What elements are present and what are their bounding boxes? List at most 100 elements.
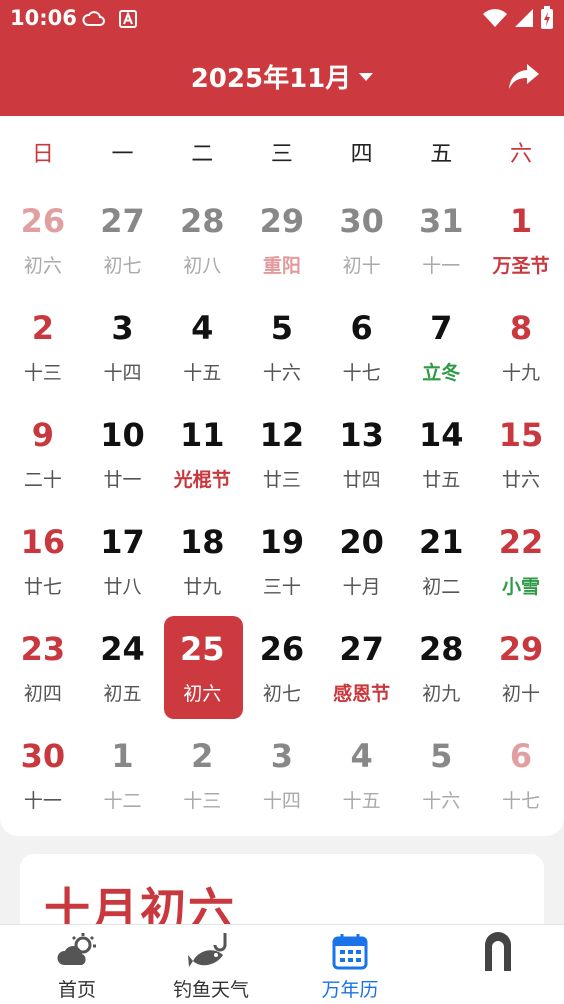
lunar-day-label: 廿六 [501,469,540,491]
calendar-day[interactable]: 3 十四 [83,303,163,410]
calendar-day[interactable]: 26 初六 [3,196,83,303]
calendar-day[interactable]: 12 廿三 [242,410,322,517]
calendar-day[interactable]: 2 十三 [162,731,242,838]
calendar-day[interactable]: 27 感恩节 [322,624,402,731]
lunar-day-label: 廿三 [262,469,301,491]
calendar-day[interactable]: 8 十九 [481,303,561,410]
day-number: 28 [419,630,464,668]
lunar-day-label: 廿七 [23,576,62,598]
lunar-day-label: 初八 [183,255,222,277]
day-number: 12 [259,416,305,454]
day-number: 5 [270,309,294,347]
calendar-day[interactable]: 19 三十 [242,517,322,624]
day-number: 3 [270,737,294,775]
calendar-day[interactable]: 4 十五 [322,731,402,838]
calendar-day[interactable]: 9 二十 [3,410,83,517]
calendar-day[interactable]: 30 初十 [322,196,402,303]
share-icon[interactable] [506,58,542,94]
calendar-day[interactable]: 1 万圣节 [481,196,561,303]
calendar-day[interactable]: 16 廿七 [3,517,83,624]
festival-label: 万圣节 [492,255,550,277]
day-number: 5 [430,737,453,775]
arch-icon [432,931,564,971]
bottom-navigation: 首页 钓鱼天气 万年历 [0,924,564,1004]
calendar-day[interactable]: 31 十一 [401,196,481,303]
lunar-day-label: 三十 [262,576,301,598]
day-number: 22 [498,523,544,561]
calendar-day[interactable]: 28 初八 [162,196,242,303]
day-number: 11 [179,416,225,454]
calendar-day[interactable]: 29 重阳 [242,196,322,303]
calendar-day[interactable]: 30 十一 [3,731,83,838]
calendar-day[interactable]: 2 十三 [3,303,83,410]
calendar-day[interactable]: 13 廿四 [322,410,402,517]
calendar-day[interactable]: 11 光棍节 [162,410,242,517]
calendar-day[interactable]: 6 十七 [322,303,402,410]
battery-charging-icon [541,6,553,29]
weekday-header: 日一二三四五六 [0,136,564,172]
calendar-day[interactable]: 27 初七 [83,196,163,303]
calendar-day[interactable]: 18 廿九 [162,517,242,624]
lunar-day-label: 十一 [23,790,62,812]
lunar-day-label: 十六 [422,790,461,812]
day-number: 6 [509,737,533,775]
day-number: 29 [498,630,544,668]
calendar-day[interactable]: 26 初七 [242,624,322,731]
calendar-day[interactable]: 21 初二 [401,517,481,624]
calendar-day[interactable]: 28 初九 [401,624,481,731]
calendar-day[interactable]: 29 初十 [481,624,561,731]
lunar-day-label: 廿九 [183,576,222,598]
calendar-day[interactable]: 1 十二 [83,731,163,838]
day-number: 1 [111,737,134,775]
calendar-day[interactable]: 6 十七 [481,731,561,838]
lunar-day-label: 廿八 [103,576,142,598]
day-number: 24 [100,630,145,668]
lunar-day-label: 初五 [103,683,142,705]
lunar-day-label: 初七 [262,683,301,705]
calendar-day[interactable]: 20 十月 [322,517,402,624]
calendar-day-selected[interactable]: 25 初六 [162,616,244,731]
nav-item-1[interactable]: 首页 [0,925,154,1004]
lunar-day-label: 十三 [23,362,62,384]
calendar-day[interactable]: 24 初五 [83,624,163,731]
nav-item-4[interactable] [432,925,564,1004]
calendar-week-row: 30 十一 1 十二 2 十三 3 十四 4 十五 5 十六 6 十七 [3,731,561,838]
month-selector[interactable]: 2025年11月 [0,58,564,95]
lunar-day-label: 初七 [103,255,142,277]
calendar-week-row: 23 初四 24 初五 25 初六 26 初七 27 感恩节 28 初九 29 初十 [3,616,561,731]
calendar-week-row: 26 初六 27 初七 28 初八 29 重阳 30 初十 31 十一 1 万圣节 [3,196,561,303]
festival-label: 光棍节 [173,469,231,491]
wifi-icon [483,9,507,27]
calendar-day[interactable]: 14 廿五 [401,410,481,517]
calendar-day[interactable]: 10 廿一 [83,410,163,517]
weekday-label: 四 [350,142,373,167]
day-number: 14 [419,416,464,454]
lunar-day-label: 十二 [103,790,142,812]
day-number: 13 [339,416,384,454]
calendar-day[interactable]: 22 小雪 [481,517,561,624]
calendar-day[interactable]: 5 十六 [242,303,322,410]
calendar-day[interactable]: 23 初四 [3,624,83,731]
nav-label: 钓鱼天气 [172,979,249,1001]
day-number: 3 [111,309,134,347]
nav-item-3[interactable]: 万年历 [268,925,432,1004]
nav-item-2[interactable]: 钓鱼天气 [154,925,268,1004]
weekday-label: 二 [191,142,214,167]
calendar-day[interactable]: 7 立冬 [401,303,481,410]
calendar-week-row: 2 十三 3 十四 4 十五 5 十六 6 十七 7 立冬 8 十九 [3,303,561,410]
calendar-day[interactable]: 3 十四 [242,731,322,838]
day-number: 4 [350,737,373,775]
nav-label: 首页 [57,979,96,1001]
day-number: 16 [20,523,66,561]
day-number: 10 [100,416,145,454]
lunar-day-label: 十五 [342,790,381,812]
lunar-day-label: 初六 [183,683,222,705]
lunar-day-label: 初十 [342,255,381,277]
calendar-day[interactable]: 5 十六 [401,731,481,838]
calendar-day[interactable]: 15 廿六 [481,410,561,517]
calendar-day[interactable]: 4 十五 [162,303,242,410]
calendar-day[interactable]: 17 廿八 [83,517,163,624]
lunar-day-label: 十四 [262,790,301,812]
lunar-day-label: 廿一 [103,469,142,491]
day-number: 27 [100,202,145,240]
